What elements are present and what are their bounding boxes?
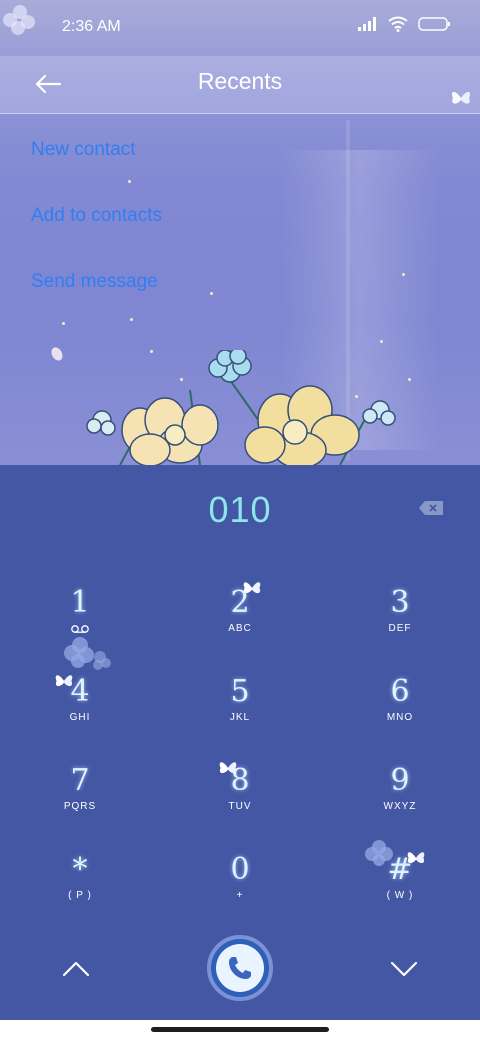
- flower-bouquet-illustration: [86, 350, 396, 465]
- petal-icon: [51, 347, 63, 361]
- send-message-link[interactable]: Send message: [31, 271, 158, 293]
- key-digit: 5: [230, 674, 250, 709]
- wifi-icon: [388, 16, 408, 32]
- add-to-contacts-link[interactable]: Add to contacts: [31, 205, 162, 227]
- key-9[interactable]: 9 WXYZ: [340, 763, 460, 843]
- key-digit: *: [72, 852, 88, 887]
- key-digit: #: [387, 852, 413, 887]
- status-icons: [358, 16, 450, 32]
- key-digit: 3: [390, 585, 410, 620]
- key-6[interactable]: 6 MNO: [340, 674, 460, 754]
- battery-icon: [418, 17, 450, 31]
- key-letters: MNO: [386, 712, 414, 723]
- butterfly-icon: [407, 852, 425, 864]
- key-8[interactable]: 8 TUV: [180, 763, 300, 843]
- page-title: Recents: [197, 68, 283, 94]
- key-letters: DEF: [388, 623, 412, 634]
- key-letters: +: [236, 890, 244, 901]
- key-digit: 1: [70, 585, 90, 620]
- key-digit: 7: [70, 763, 90, 798]
- chevron-up-icon: [62, 961, 90, 977]
- dialed-number: 010: [208, 489, 272, 530]
- sparkle: [210, 292, 213, 295]
- chevron-down-icon: [390, 961, 418, 977]
- key-letters: WXYZ: [383, 801, 417, 812]
- status-bar: 2:36 AM: [0, 0, 480, 56]
- key-7[interactable]: 7 PQRS: [20, 763, 140, 843]
- dialpad: 010 1 2 ABC 3 DEF 4 GHI 5 JKL 6 MNO 7 PQ…: [0, 465, 480, 1020]
- butterfly-icon: [219, 762, 237, 774]
- key-digit: 8: [230, 763, 250, 798]
- sparkle: [128, 180, 131, 183]
- key-digit: 6: [390, 674, 410, 709]
- butterfly-icon: [243, 582, 261, 594]
- flower-decoration-icon: [64, 637, 111, 670]
- key-0[interactable]: 0 +: [180, 852, 300, 932]
- call-button-inner: [216, 944, 264, 992]
- key-digit: 9: [390, 763, 410, 798]
- flower-decoration-icon: [365, 840, 393, 866]
- collapse-up-button[interactable]: [56, 953, 96, 983]
- new-contact-link[interactable]: New contact: [31, 139, 136, 161]
- sparkle: [62, 322, 65, 325]
- status-time: 2:36 AM: [62, 18, 121, 35]
- collapse-down-button[interactable]: [384, 953, 424, 983]
- key-digit: 4: [70, 674, 90, 709]
- key-digit: 0: [230, 852, 250, 887]
- sparkle: [380, 340, 383, 343]
- key-3[interactable]: 3 DEF: [340, 585, 460, 665]
- key-letters: ABC: [228, 623, 252, 634]
- key-star[interactable]: * ( P ): [20, 852, 140, 932]
- key-letters: ( W ): [386, 890, 414, 901]
- key-hash[interactable]: # ( W ): [340, 852, 460, 932]
- key-letters: PQRS: [63, 801, 97, 812]
- call-button[interactable]: [207, 935, 273, 1001]
- key-letters: ( P ): [68, 890, 92, 901]
- backspace-icon[interactable]: [418, 500, 444, 516]
- key-letters: TUV: [228, 801, 252, 812]
- key-letters: JKL: [229, 712, 251, 723]
- phone-icon: [229, 957, 251, 979]
- key-4[interactable]: 4 GHI: [20, 674, 140, 754]
- title-bar: Recents: [0, 56, 480, 114]
- navigation-bar: [0, 1020, 480, 1040]
- home-indicator[interactable]: [151, 1027, 329, 1032]
- sparkle: [402, 273, 405, 276]
- key-5[interactable]: 5 JKL: [180, 674, 300, 754]
- key-letters: GHI: [69, 712, 91, 723]
- sparkle: [130, 318, 133, 321]
- signal-icon: [358, 17, 376, 31]
